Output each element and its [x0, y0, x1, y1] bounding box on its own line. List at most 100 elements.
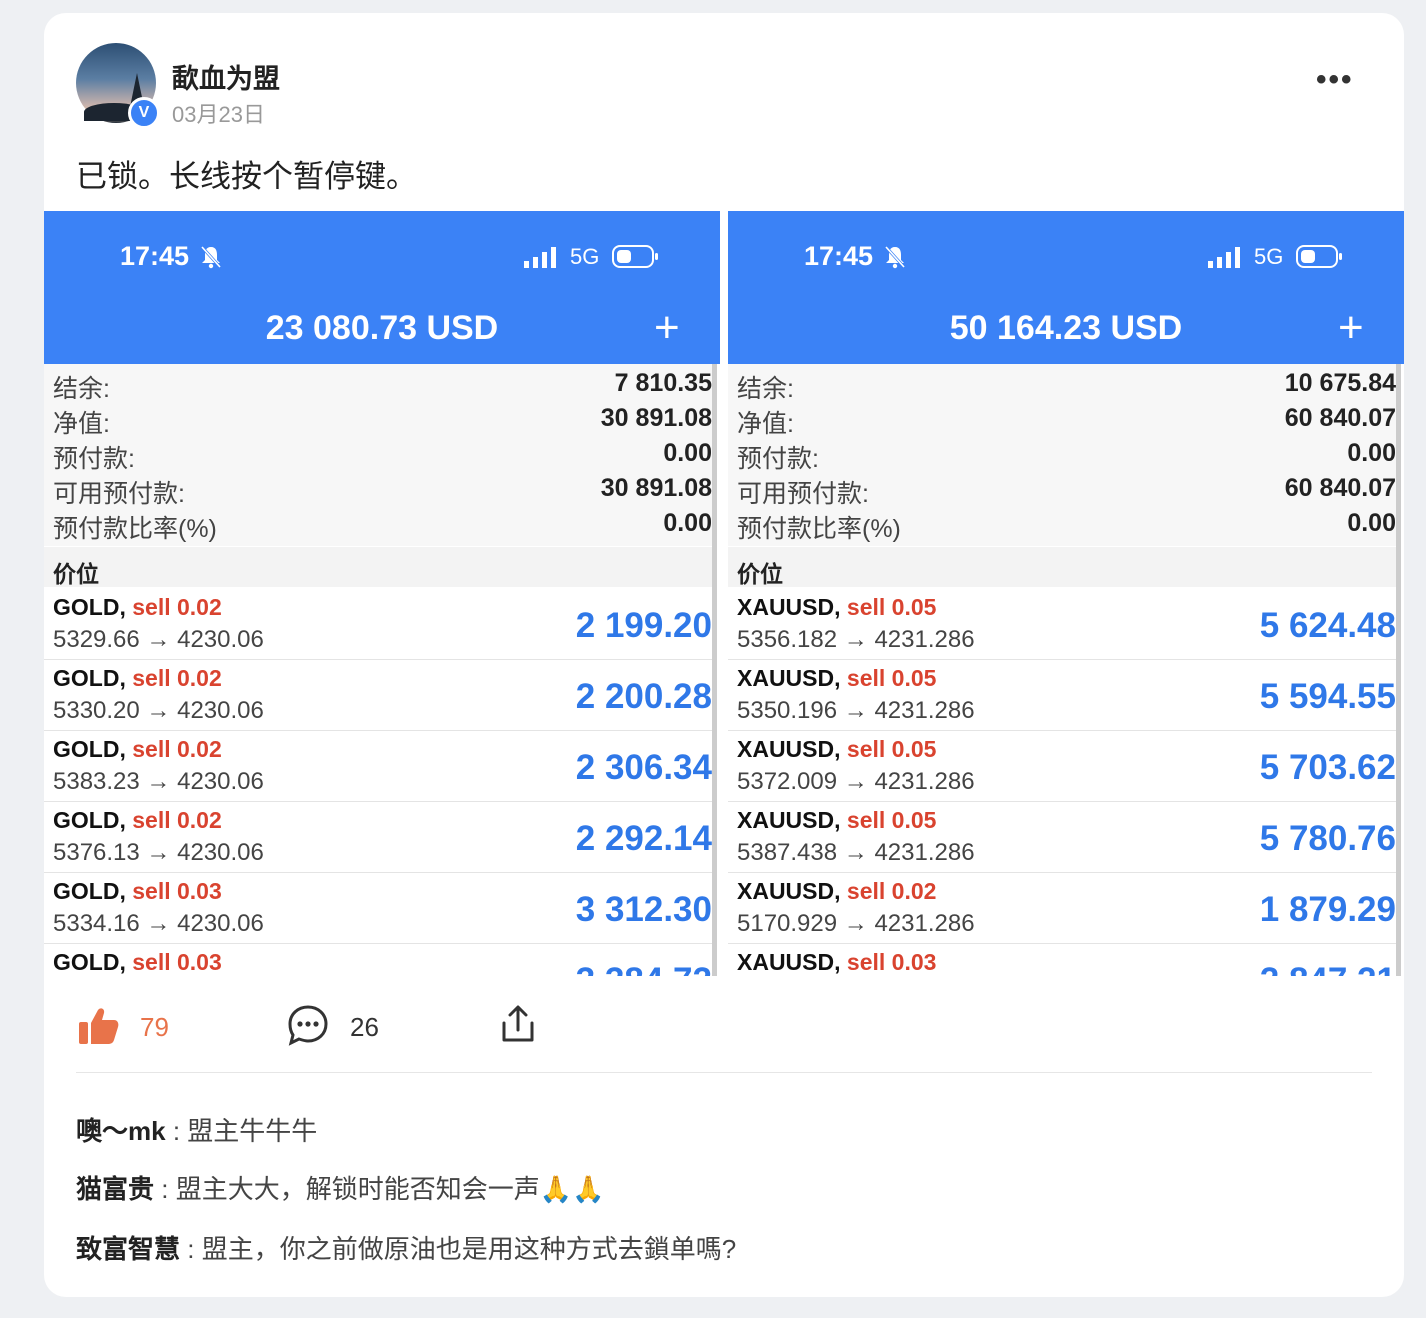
positions-section-header: 价位: [728, 547, 1396, 587]
status-time: 17:45: [804, 241, 874, 271]
position-profit: 2 199.20: [575, 606, 712, 645]
section-title: 价位: [53, 561, 99, 587]
account-value: 0.00: [1347, 439, 1396, 467]
battery-icon: [612, 245, 658, 268]
comment-text: 盟主，你之前做原油也是用这种方式去鎖单嗎?: [201, 1234, 737, 1264]
position-profit: 2 292.14: [575, 819, 712, 858]
account-row: 预付款比率(%) 0.00: [53, 506, 712, 543]
position-profit: 1 879.29: [1259, 890, 1396, 929]
position-prices: 5387.438 → 4231.286: [737, 839, 975, 866]
account-value: 60 840.07: [1284, 474, 1396, 502]
account-row: 结余: 7 810.35: [53, 366, 712, 403]
position-symbol: GOLD, sell 0.02: [53, 807, 222, 833]
account-row: 净值: 60 840.07: [737, 401, 1396, 438]
like-thumb-icon[interactable]: [78, 1006, 120, 1046]
account-row: 净值: 30 891.08: [53, 401, 712, 438]
post-text: 已锁。长线按个暂停键。: [76, 159, 417, 194]
position-profit: 3 384.72: [576, 961, 712, 976]
position-prices: 5329.66 → 4230.06: [53, 626, 264, 653]
account-value: 30 891.08: [600, 474, 712, 502]
network-label: 5G: [570, 244, 600, 269]
position-profit: 2 847.21: [1260, 961, 1396, 976]
position-prices: 5372.009 → 4231.286: [737, 768, 975, 795]
account-label: 结余:: [53, 375, 110, 403]
account-value: 0.00: [1347, 509, 1396, 537]
signal-icon: [1208, 247, 1240, 268]
position-prices: 5330.20 → 4230.06: [53, 697, 264, 724]
position-symbol: GOLD, sell 0.02: [53, 665, 222, 691]
comment-item[interactable]: 致富智慧 : 盟主，你之前做原油也是用这种方式去鎖单嗎?: [76, 1229, 736, 1266]
comment-icon[interactable]: [287, 1004, 329, 1046]
position-symbol: XAUUSD, sell 0.05: [737, 665, 937, 691]
add-order-button[interactable]: +: [1338, 303, 1364, 353]
position-symbol: GOLD, sell 0.03: [53, 878, 222, 904]
add-order-button[interactable]: +: [654, 303, 680, 353]
account-label: 预付款:: [737, 445, 819, 473]
position-row: XAUUSD, sell 0.05 5356.182 → 4231.286 5 …: [728, 588, 1396, 660]
position-profit: 5 594.55: [1259, 677, 1396, 716]
account-value: 0.00: [663, 509, 712, 537]
comment-text: 盟主大大，解锁时能否知会一声🙏🙏: [175, 1174, 605, 1204]
position-row: XAUUSD, sell 0.02 5170.929 → 4231.286 1 …: [728, 872, 1396, 944]
position-symbol: GOLD, sell 0.02: [53, 594, 222, 620]
comment-author[interactable]: 致富智慧: [76, 1234, 180, 1264]
account-row: 预付款: 0.00: [53, 436, 712, 473]
position-row: XAUUSD, sell 0.05 5372.009 → 4231.286 5 …: [728, 730, 1396, 802]
comment-author[interactable]: 噢～mk: [76, 1116, 166, 1146]
share-icon[interactable]: [499, 1004, 537, 1044]
position-row: GOLD, sell 0.02 5329.66 → 4230.06 2 199.…: [44, 588, 712, 660]
position-prices: 5376.13 → 4230.06: [53, 839, 264, 866]
account-value: 30 891.08: [600, 404, 712, 432]
mt-header-bar: 17:45 5G 50 164.23 USD +: [728, 211, 1404, 364]
comment-item[interactable]: 猫富贵 : 盟主大大，解锁时能否知会一声🙏🙏: [76, 1169, 604, 1206]
account-row: 预付款比率(%) 0.00: [737, 506, 1396, 543]
battery-icon: [1296, 245, 1342, 268]
account-row: 预付款: 0.00: [737, 436, 1396, 473]
account-row: 可用预付款: 60 840.07: [737, 471, 1396, 508]
username[interactable]: 歃血为盟: [172, 57, 280, 96]
scrollbar: [712, 364, 717, 976]
screenshot-image-1[interactable]: 17:45 5G 23 080.73 USD + 结余: 7 810.35 净值…: [44, 211, 720, 976]
account-row: 结余: 10 675.84: [737, 366, 1396, 403]
position-prices: 5170.929 → 4231.286: [737, 910, 975, 937]
account-label: 预付款比率(%): [737, 515, 901, 543]
position-row: GOLD, sell 0.03 5334.16 → 4230.06 3 312.…: [44, 872, 712, 944]
comment-item[interactable]: 噢～mk : 盟主牛牛牛: [76, 1111, 317, 1148]
comment-author[interactable]: 猫富贵: [76, 1174, 154, 1204]
status-time: 17:45: [120, 241, 190, 271]
account-row: 可用预付款: 30 891.08: [53, 471, 712, 508]
account-balance-header: 23 080.73 USD: [265, 309, 499, 347]
account-label: 预付款:: [53, 445, 135, 473]
account-value: 7 810.35: [614, 369, 712, 397]
position-row: GOLD, sell 0.03 3 384.72: [44, 943, 712, 976]
position-symbol: XAUUSD, sell 0.05: [737, 807, 937, 833]
position-profit: 5 780.76: [1259, 819, 1396, 858]
post-actions: 79 26: [44, 998, 1404, 1058]
position-symbol: XAUUSD, sell 0.05: [737, 594, 937, 620]
screenshot-image-2[interactable]: 17:45 5G 50 164.23 USD + 结余: 10 675.84 净…: [728, 211, 1404, 976]
comment-text: 盟主牛牛牛: [187, 1116, 318, 1146]
position-row: XAUUSD, sell 0.03 2 847.21: [728, 943, 1396, 976]
position-symbol: GOLD, sell 0.02: [53, 736, 222, 762]
account-label: 净值:: [737, 410, 794, 438]
post-date: 03月23日: [172, 102, 265, 127]
positions-section-header: 价位: [44, 547, 712, 587]
scrollbar: [1396, 364, 1401, 976]
comment-count[interactable]: 26: [350, 1012, 379, 1043]
bell-muted-icon: [200, 245, 222, 269]
position-symbol: XAUUSD, sell 0.03: [737, 949, 937, 975]
network-label: 5G: [1254, 244, 1284, 269]
position-prices: 5356.182 → 4231.286: [737, 626, 975, 653]
account-label: 净值:: [53, 410, 110, 438]
position-prices: 5350.196 → 4231.286: [737, 697, 975, 724]
verified-badge-icon: V: [128, 97, 160, 129]
position-profit: 5 703.62: [1259, 748, 1396, 787]
post-card: V 歃血为盟 03月23日 ••• 已锁。长线按个暂停键。 17:45 5G 2…: [44, 13, 1404, 1297]
position-row: GOLD, sell 0.02 5383.23 → 4230.06 2 306.…: [44, 730, 712, 802]
position-row: GOLD, sell 0.02 5376.13 → 4230.06 2 292.…: [44, 801, 712, 873]
position-symbol: XAUUSD, sell 0.05: [737, 736, 937, 762]
position-row: XAUUSD, sell 0.05 5350.196 → 4231.286 5 …: [728, 659, 1396, 731]
position-profit: 5 624.48: [1259, 606, 1396, 645]
more-options-icon[interactable]: •••: [1316, 63, 1354, 97]
like-count[interactable]: 79: [140, 1012, 169, 1043]
